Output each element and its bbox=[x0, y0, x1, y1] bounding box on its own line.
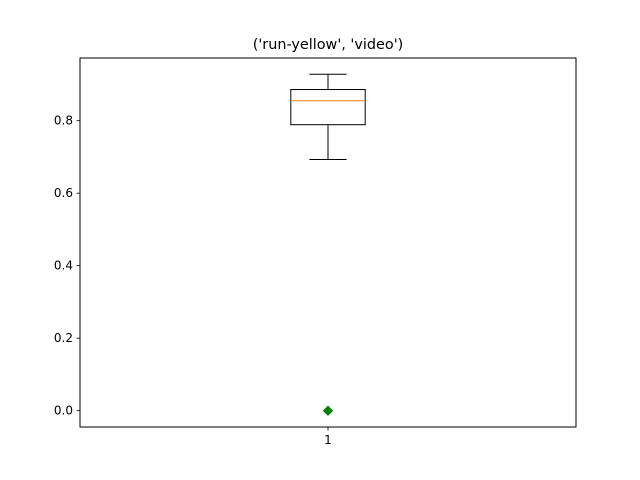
y-tick-label: 0.8 bbox=[54, 114, 73, 128]
chart-title: ('run-yellow', 'video') bbox=[253, 37, 404, 53]
y-tick-label: 0.6 bbox=[54, 186, 73, 200]
figure-background bbox=[0, 0, 640, 480]
y-tick-label: 0.4 bbox=[54, 259, 73, 273]
y-tick-label: 0.0 bbox=[54, 404, 73, 418]
x-tick-label: 1 bbox=[324, 433, 332, 447]
y-tick-label: 0.2 bbox=[54, 331, 73, 345]
boxplot-chart: ('run-yellow', 'video') 0.0 0.2 0.4 0.6 0.8 1 bbox=[0, 0, 640, 480]
